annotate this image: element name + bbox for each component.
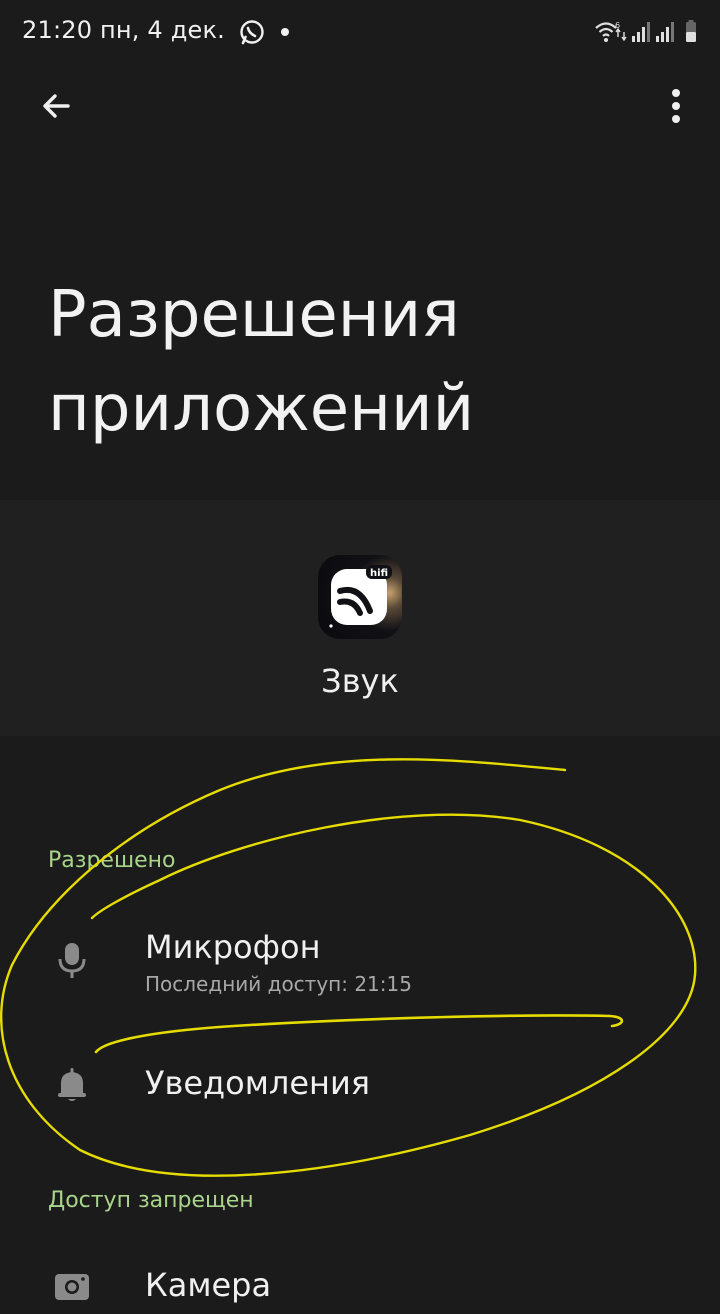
permission-label: Уведомления [145, 1064, 370, 1102]
signal-icon [656, 22, 674, 42]
camera-icon [52, 1266, 92, 1306]
wifi-icon: 6 [595, 21, 627, 42]
signal-icon [632, 22, 650, 42]
permission-label: Камера [145, 1266, 272, 1304]
app-info-card: hifi Звук [0, 500, 720, 736]
status-bar: 21:20 пн, 4 дек. 6 [0, 0, 720, 66]
system-status-icons: 6 [595, 20, 696, 42]
notification-dot-icon [281, 28, 289, 36]
permission-row-microphone[interactable]: Микрофон Последний доступ: 21:15 [0, 910, 720, 1020]
toolbar [0, 66, 720, 148]
status-datetime: 21:20 пн, 4 дек. [22, 16, 226, 44]
whatsapp-icon [240, 20, 264, 45]
section-header-allowed: Разрешено [48, 848, 176, 873]
permission-row-camera[interactable]: Камера [0, 1246, 720, 1314]
bell-icon [52, 1064, 92, 1104]
app-icon: hifi [318, 555, 402, 639]
zvuk-logo-icon: hifi [329, 565, 392, 628]
section-header-denied: Доступ запрещен [48, 1188, 254, 1213]
microphone-icon [52, 940, 92, 980]
arrow-left-icon [43, 94, 70, 118]
page-title: Разрешения приложений [48, 278, 475, 446]
back-button[interactable] [28, 78, 84, 134]
app-name: Звук [321, 662, 399, 700]
permission-label: Микрофон [145, 928, 321, 966]
svg-text:hifi: hifi [370, 568, 388, 579]
more-options-button[interactable] [650, 78, 702, 134]
permission-last-access: Последний доступ: 21:15 [145, 972, 412, 996]
battery-icon [686, 20, 696, 42]
more-vertical-icon [672, 89, 680, 123]
permission-row-notifications[interactable]: Уведомления [0, 1040, 720, 1130]
